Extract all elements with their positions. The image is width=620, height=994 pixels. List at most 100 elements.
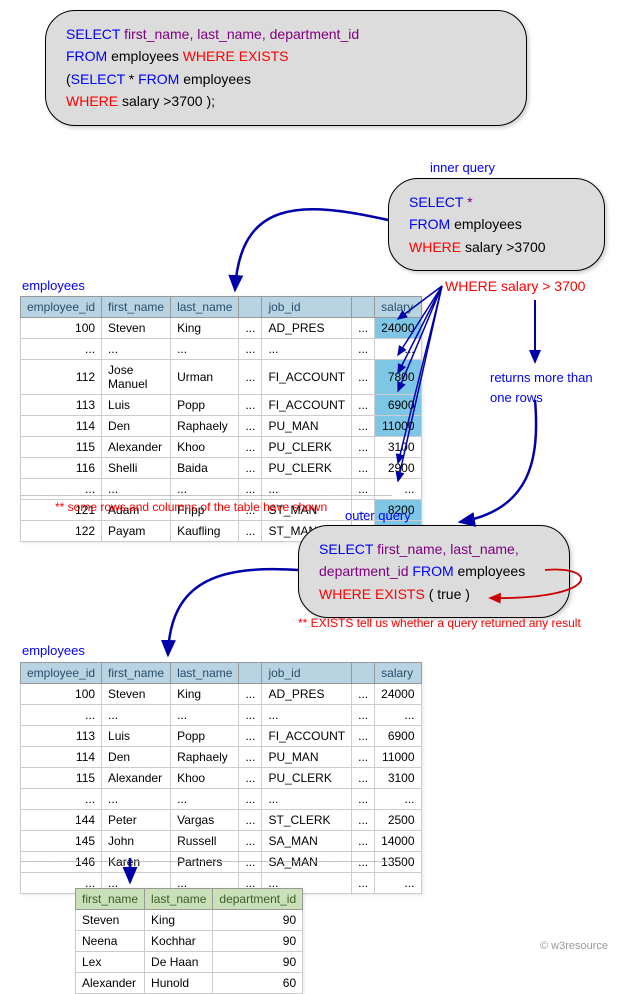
cell: John xyxy=(102,831,171,852)
cell: 115 xyxy=(21,768,102,789)
cell: Steven xyxy=(76,910,145,931)
cell: 90 xyxy=(213,952,303,973)
outer-query-label: outer query xyxy=(345,508,411,523)
star: * xyxy=(467,194,472,210)
kw-select: SELECT xyxy=(409,194,467,210)
cell: ... xyxy=(352,458,375,479)
cell: De Haan xyxy=(145,952,213,973)
table-row: 100StevenKing...AD_PRES...24000 xyxy=(21,318,422,339)
cell: ... xyxy=(239,705,262,726)
returns-more-label-2: one rows xyxy=(490,390,543,405)
cell: PU_MAN xyxy=(262,416,352,437)
cell: ... xyxy=(21,789,102,810)
cell: ... xyxy=(239,395,262,416)
kw-where: WHERE xyxy=(66,93,122,109)
cell: 14000 xyxy=(375,831,421,852)
cell: ... xyxy=(239,458,262,479)
cell: ... xyxy=(239,789,262,810)
cell: Luis xyxy=(102,395,171,416)
kw-table: employees xyxy=(183,71,251,87)
cell: Baida xyxy=(171,458,239,479)
kw-table: employees xyxy=(458,563,526,579)
cell: 115 xyxy=(21,437,102,458)
star: * xyxy=(129,71,138,87)
cell: ... xyxy=(171,705,239,726)
cell: FI_ACCOUNT xyxy=(262,726,352,747)
cell: 11000 xyxy=(375,416,421,437)
cell: 145 xyxy=(21,831,102,852)
cell: ... xyxy=(102,339,171,360)
cell: ... xyxy=(21,705,102,726)
cell: SA_MAN xyxy=(262,831,352,852)
cell: ... xyxy=(352,318,375,339)
col-header: employee_id xyxy=(21,663,102,684)
cell: King xyxy=(145,910,213,931)
cell: 112 xyxy=(21,360,102,395)
cell: ... xyxy=(239,684,262,705)
cell: ... xyxy=(352,726,375,747)
table-row: 115AlexanderKhoo...PU_CLERK...3100 xyxy=(21,768,422,789)
cell: 2500 xyxy=(375,810,421,831)
cell: ... xyxy=(352,437,375,458)
where-clause-label: WHERE salary > 3700 xyxy=(445,278,585,294)
cell: ... xyxy=(352,395,375,416)
table-row: 113LuisPopp...FI_ACCOUNT...6900 xyxy=(21,395,422,416)
cell: ST_CLERK xyxy=(262,810,352,831)
kw-where-exists: WHERE EXISTS xyxy=(183,48,289,64)
cell: Lex xyxy=(76,952,145,973)
cell: 2900 xyxy=(375,458,421,479)
cell: ... xyxy=(375,705,421,726)
col-header: last_name xyxy=(171,297,239,318)
col-header xyxy=(352,663,375,684)
cell: ... xyxy=(239,437,262,458)
sql-line: FROM employees xyxy=(409,213,584,235)
cell: King xyxy=(171,684,239,705)
kw-from: FROM xyxy=(409,216,454,232)
kw-table: employees xyxy=(454,216,522,232)
kw-select: SELECT xyxy=(71,71,129,87)
cell: King xyxy=(171,318,239,339)
cell: Jose Manuel xyxy=(102,360,171,395)
cell: Raphaely xyxy=(171,416,239,437)
kw-select: SELECT xyxy=(319,541,377,557)
cell: 100 xyxy=(21,318,102,339)
col-header: job_id xyxy=(262,663,352,684)
watermark: © w3resource xyxy=(540,940,608,952)
cell: Peter xyxy=(102,810,171,831)
cell: ... xyxy=(352,768,375,789)
cell: ... xyxy=(262,339,352,360)
cell: ... xyxy=(239,521,262,542)
inner-query-box: SELECT * FROM employees WHERE salary >37… xyxy=(388,178,605,271)
cell: PU_CLERK xyxy=(262,768,352,789)
sql-line: SELECT * xyxy=(409,191,584,213)
paren: ( xyxy=(429,586,438,602)
torn-edge: ~~~~~~~~~~~~~~~~~~~~~~~~~~~~~~~~~~~~~~~~… xyxy=(20,491,392,499)
cell: Khoo xyxy=(171,437,239,458)
cell: Russell xyxy=(171,831,239,852)
col-header xyxy=(239,297,262,318)
table-row: StevenKing90 xyxy=(76,910,303,931)
table-row: AlexanderHunold60 xyxy=(76,973,303,994)
cell: 90 xyxy=(213,931,303,952)
kw-columns: first_name, last_name, xyxy=(377,541,519,557)
inner-query-label: inner query xyxy=(430,160,495,175)
some-rows-note: ** some rows and columns of the table ha… xyxy=(55,500,327,514)
cell: PU_MAN xyxy=(262,747,352,768)
arrow-outer-to-table2 xyxy=(168,569,298,655)
cell: ... xyxy=(239,747,262,768)
kw-true: true xyxy=(437,586,465,602)
cell: ... xyxy=(375,339,421,360)
employees-caption-2: employees xyxy=(22,643,85,658)
cell: ... xyxy=(352,339,375,360)
cell: ... xyxy=(352,873,375,894)
cell: ... xyxy=(262,789,352,810)
col-header: salary xyxy=(375,297,421,318)
col-header: last_name xyxy=(171,663,239,684)
kw-from: FROM xyxy=(412,563,457,579)
cell: FI_ACCOUNT xyxy=(262,360,352,395)
cell: ... xyxy=(171,339,239,360)
arrow-inner-to-table xyxy=(235,209,388,290)
cell: 113 xyxy=(21,395,102,416)
cell: 7800 xyxy=(375,360,421,395)
cell: ... xyxy=(239,810,262,831)
